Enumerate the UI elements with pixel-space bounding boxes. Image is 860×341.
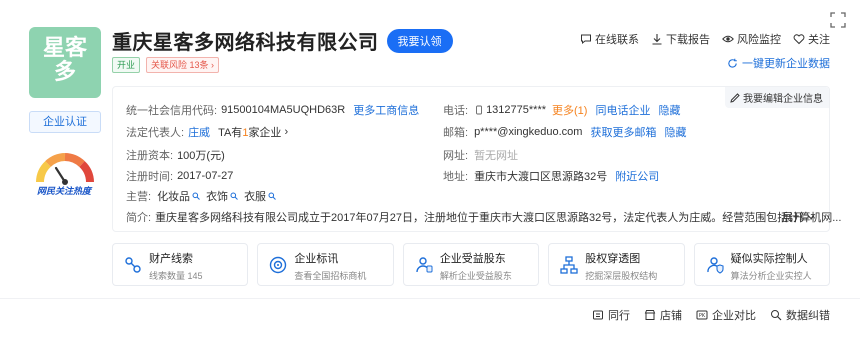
more-business-link[interactable]: 更多工商信息 <box>353 102 419 118</box>
divider <box>0 298 860 299</box>
phone-more-link[interactable]: 更多(1) <box>552 102 587 118</box>
company-logo: 星客 多 <box>29 27 101 98</box>
svg-text:PK: PK <box>699 313 706 319</box>
shareholder-icon <box>416 257 433 273</box>
shareholder-card[interactable]: 企业受益股东 解析企业受益股东 <box>402 243 540 286</box>
equity-card[interactable]: 股权穿透图 挖掘深层股权结构 <box>548 243 685 286</box>
legal-rep-companies[interactable]: TA有1家企业 <box>218 124 281 140</box>
controller-card[interactable]: 疑似实际控制人 算法分析企业实控人 <box>693 243 831 286</box>
claim-button[interactable]: 我要认领 <box>386 28 453 53</box>
title-row: 重庆星客多网络科技有限公司 我要认领 <box>112 26 453 55</box>
company-name: 重庆星客多网络科技有限公司 <box>112 32 379 54</box>
correction-button[interactable]: 数据纠错 <box>770 307 830 323</box>
pencil-icon <box>730 92 740 103</box>
asset-clue-icon <box>125 257 141 273</box>
product-item[interactable]: 衣服 <box>244 188 266 204</box>
phone-hide-link[interactable]: 隐藏 <box>658 102 680 118</box>
chevron-down-icon <box>807 215 815 220</box>
basic-info-panel: 我要编辑企业信息 统一社会信用代码: 91500104MA5UQHD63R 更多… <box>112 86 841 232</box>
search-icon[interactable] <box>230 192 238 200</box>
compare-button[interactable]: PK 企业对比 <box>696 307 756 323</box>
same-phone-link[interactable]: 同电话企业 <box>595 102 650 118</box>
bottom-actions: 同行 店铺 PK 企业对比 数据纠错 <box>592 307 830 323</box>
email-hide-link[interactable]: 隐藏 <box>664 124 686 140</box>
phone-number: 1312775**** <box>486 104 547 116</box>
email-address: p****@xingkeduo.com <box>474 126 583 138</box>
heart-icon <box>793 34 805 45</box>
founded-row: 注册时间: 2017-07-27 <box>126 170 234 183</box>
chat-icon <box>581 34 591 45</box>
capital-row: 注册资本: 100万(元) <box>126 147 225 163</box>
edit-info-button[interactable]: 我要编辑企业信息 <box>725 87 829 108</box>
company-profile-page: 星客 多 企业认证 网民关注热度 重庆星客多网络科技有限公司 我要认领 开业 关… <box>0 0 860 341</box>
search-icon[interactable] <box>192 192 200 200</box>
follow-button[interactable]: 关注 <box>793 31 830 47</box>
intro-text: 重庆星客多网络科技有限公司成立于2017年07月27日，注册地位于重庆市大渡口区… <box>155 212 842 224</box>
website-value: 暂无网址 <box>474 150 519 162</box>
update-data-link[interactable]: 一键更新企业数据 <box>727 55 830 71</box>
products-row: 主营: 化妆品 衣饰 衣服 <box>126 188 282 204</box>
legal-rep-row: 法定代表人: 庄威 TA有1家企业 › <box>126 124 289 140</box>
refresh-icon <box>728 58 737 68</box>
correction-icon <box>771 310 782 321</box>
eye-icon <box>722 35 734 43</box>
credit-code: 91500104MA5UQHD63R <box>221 104 346 116</box>
feature-cards: 财产线索 线索数量 145 企业标讯 查看全国招标商机 企业受益股东 解析企业受… <box>112 243 831 286</box>
email-row: 邮箱: p****@xingkeduo.com 获取更多邮箱 隐藏 <box>443 124 687 140</box>
controller-icon <box>706 257 724 274</box>
download-report-button[interactable]: 下载报告 <box>651 31 710 47</box>
legal-rep-link[interactable]: 庄威 <box>188 124 210 140</box>
product-item[interactable]: 化妆品 <box>157 188 190 204</box>
address-row: 地址: 重庆市大渡口区思源路32号 附近公司 <box>443 168 659 184</box>
intro-row: 简介: 重庆星客多网络科技有限公司成立于2017年07月27日，注册地位于重庆市… <box>126 209 841 225</box>
product-item[interactable]: 衣饰 <box>206 188 228 204</box>
website-row: 网址: 暂无网址 <box>443 147 518 163</box>
bid-card[interactable]: 企业标讯 查看全国招标商机 <box>257 243 394 286</box>
phone-row: 电话: 1312775**** 更多(1) 同电话企业 隐藏 <box>443 102 681 118</box>
equity-icon <box>560 256 578 274</box>
peer-button[interactable]: 同行 <box>592 307 630 323</box>
peer-icon <box>593 310 603 320</box>
founded-date: 2017-07-27 <box>177 170 234 182</box>
download-icon <box>652 34 662 45</box>
header-actions: 在线联系 下载报告 风险监控 关注 <box>580 31 830 47</box>
more-email-link[interactable]: 获取更多邮箱 <box>590 124 656 140</box>
status-badge: 开业 <box>112 57 141 73</box>
address-value: 重庆市大渡口区思源路32号 <box>474 171 608 183</box>
expand-intro-button[interactable]: 展开 <box>782 209 815 225</box>
expand-corner-icon[interactable] <box>830 12 846 28</box>
nearby-companies-link[interactable]: 附近公司 <box>615 168 659 184</box>
bid-icon <box>270 256 287 274</box>
risk-monitor-button[interactable]: 风险监控 <box>722 31 781 47</box>
phone-icon <box>476 105 483 115</box>
compare-icon: PK <box>696 310 708 320</box>
search-icon[interactable] <box>268 192 276 200</box>
chevron-right-icon: › <box>284 126 289 138</box>
store-button[interactable]: 店铺 <box>644 307 682 323</box>
risk-badge[interactable]: 关联风险 13条 › <box>146 57 220 73</box>
certify-button[interactable]: 企业认证 <box>29 111 101 133</box>
asset-clue-card[interactable]: 财产线索 线索数量 145 <box>112 243 249 286</box>
tag-row: 开业 关联风险 13条 › <box>112 57 220 73</box>
online-contact-button[interactable]: 在线联系 <box>580 31 639 47</box>
registered-capital: 100万(元) <box>177 150 225 162</box>
credit-code-row: 统一社会信用代码: 91500104MA5UQHD63R 更多工商信息 <box>126 102 420 118</box>
store-icon <box>644 310 656 320</box>
heat-label: 网民关注热度 <box>36 186 91 196</box>
